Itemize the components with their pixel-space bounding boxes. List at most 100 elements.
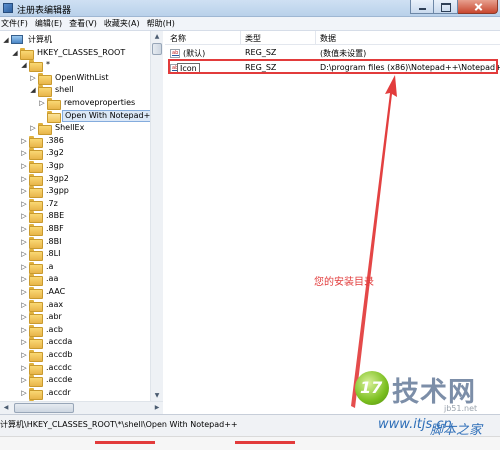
close-button[interactable] [458,0,498,14]
strip-mark [95,441,155,444]
tree-item-label: .accdb [46,350,73,359]
folder-open-icon [47,110,61,123]
tree-collapsed-icon[interactable]: ▷ [38,99,46,107]
tree-item-label: .aa [46,274,59,284]
value-data: (数值未设置) [320,49,367,58]
folder-icon [29,287,43,299]
folder-icon [29,324,43,337]
string-value-icon: ab [170,49,180,58]
scroll-down-arrow-icon[interactable]: ▼ [151,390,163,401]
column-header-data[interactable]: 数据 [320,33,336,44]
maximize-button[interactable] [434,0,458,14]
value-name: (默认) [183,49,206,58]
tree-collapsed-icon[interactable]: ▷ [20,212,28,220]
tree-collapsed-icon[interactable]: ▷ [20,187,28,195]
folder-icon [29,387,43,400]
tree-item-label: .aax [46,299,64,309]
tree-collapsed-icon[interactable]: ▷ [20,225,28,233]
folder-icon [29,161,43,173]
scroll-left-arrow-icon[interactable]: ◀ [0,402,12,413]
tree-collapsed-icon[interactable]: ▷ [20,338,28,346]
tree-item-label: .8LI [46,249,61,259]
tree-collapsed-icon[interactable]: ▷ [20,364,28,372]
watermark-logo-text: 17 [360,378,383,397]
tree-item-label: .acb [46,324,63,334]
tree-expanded-icon[interactable]: ◢ [29,86,37,94]
folder-icon [38,72,52,85]
column-divider[interactable] [240,31,241,45]
tree-collapsed-icon[interactable]: ▷ [20,137,28,145]
tree-item-label: shell [55,85,74,95]
column-headers: 名称 类型 数据 [165,31,500,45]
tree-collapsed-icon[interactable]: ▷ [20,351,28,359]
menu-favorites[interactable]: 收藏夹(A) [103,17,146,30]
menu-file[interactable]: 文件(F) [0,17,34,30]
column-header-name[interactable]: 名称 [170,33,186,44]
folder-icon [29,350,43,362]
value-type: REG_SZ [245,48,277,57]
tree-collapsed-icon[interactable]: ▷ [20,301,28,309]
column-header-type[interactable]: 类型 [245,33,261,44]
tree-expanded-icon[interactable]: ◢ [11,49,19,57]
tree-collapsed-icon[interactable]: ▷ [20,200,28,208]
tree-item-label: .abr [46,312,62,322]
tree-collapsed-icon[interactable]: ▷ [20,288,28,296]
menu-help[interactable]: 帮助(H) [146,17,181,30]
folder-icon [29,236,43,249]
tree-item-label: .3g2 [46,148,64,158]
folder-icon [47,98,61,110]
tree-collapsed-icon[interactable]: ▷ [20,376,28,384]
tree-item-label: HKEY_CLASSES_ROOT [37,47,126,57]
tree-collapsed-icon[interactable]: ▷ [29,74,37,82]
tree-collapsed-icon[interactable]: ▷ [20,275,28,283]
menu-view[interactable]: 查看(V) [68,17,103,30]
scroll-right-arrow-icon[interactable]: ▶ [151,402,163,413]
tree-collapsed-icon[interactable]: ▷ [29,124,37,132]
tree-collapsed-icon[interactable]: ▷ [20,149,28,157]
menu-edit[interactable]: 编辑(E) [34,17,68,30]
tree-item-label: .AAC [46,287,66,296]
tree-hscroll-thumb[interactable] [14,403,74,413]
window-title: 注册表编辑器 [17,6,72,16]
folder-icon [29,135,43,148]
tree-collapsed-icon[interactable]: ▷ [20,326,28,334]
tree-vertical-scrollbar[interactable]: ▲ ▼ [150,31,163,401]
values-pane: 名称 类型 数据 ab (默认) REG_SZ (数值未设置) ab Icon … [165,31,500,414]
registry-tree[interactable]: ◢ 计算机 ◢ HKEY_CLASSES_ROOT ◢ * ▷ OpenWithList ◢ sh… [0,31,163,414]
folder-icon [29,362,43,375]
tree-item-label: .accde [46,375,73,385]
minimize-button[interactable] [410,0,434,14]
strip-mark [235,441,295,444]
tree-expanded-icon[interactable]: ◢ [20,61,28,69]
bottom-strip [0,436,500,450]
tree-collapsed-icon[interactable]: ▷ [20,250,28,258]
tree-item-label: removeproperties [64,98,136,107]
tree-item-label: .8BI [46,236,62,246]
tree-horizontal-scrollbar[interactable]: ◀ ▶ [0,401,163,414]
column-divider[interactable] [315,31,316,45]
tree-collapsed-icon[interactable]: ▷ [20,162,28,170]
folder-icon [38,123,52,136]
folder-icon [29,375,43,388]
tree-item-label: .7z [46,198,58,208]
folder-icon [29,148,43,161]
folder-icon [29,60,43,73]
folder-icon [29,274,43,287]
scroll-up-arrow-icon[interactable]: ▲ [151,31,163,42]
annotation-highlight-box [168,59,498,74]
tree-collapsed-icon[interactable]: ▷ [20,175,28,183]
tree-collapsed-icon[interactable]: ▷ [20,238,28,246]
folder-icon [29,337,43,350]
tree-scroll-thumb[interactable] [152,43,162,55]
watermark-site2: 脚本之家 [430,423,483,438]
tree-collapsed-icon[interactable]: ▷ [20,263,28,271]
tree-collapsed-icon[interactable]: ▷ [20,389,28,397]
tree-expanded-icon[interactable]: ◢ [2,36,10,44]
annotation-label: 您的安装目录 [314,277,374,288]
computer-icon [11,35,23,44]
tree-item-label: .3gp2 [46,173,69,183]
folder-icon [29,312,43,325]
tree-item-label: .8BE [46,211,65,221]
folder-icon [29,249,43,262]
tree-collapsed-icon[interactable]: ▷ [20,313,28,321]
